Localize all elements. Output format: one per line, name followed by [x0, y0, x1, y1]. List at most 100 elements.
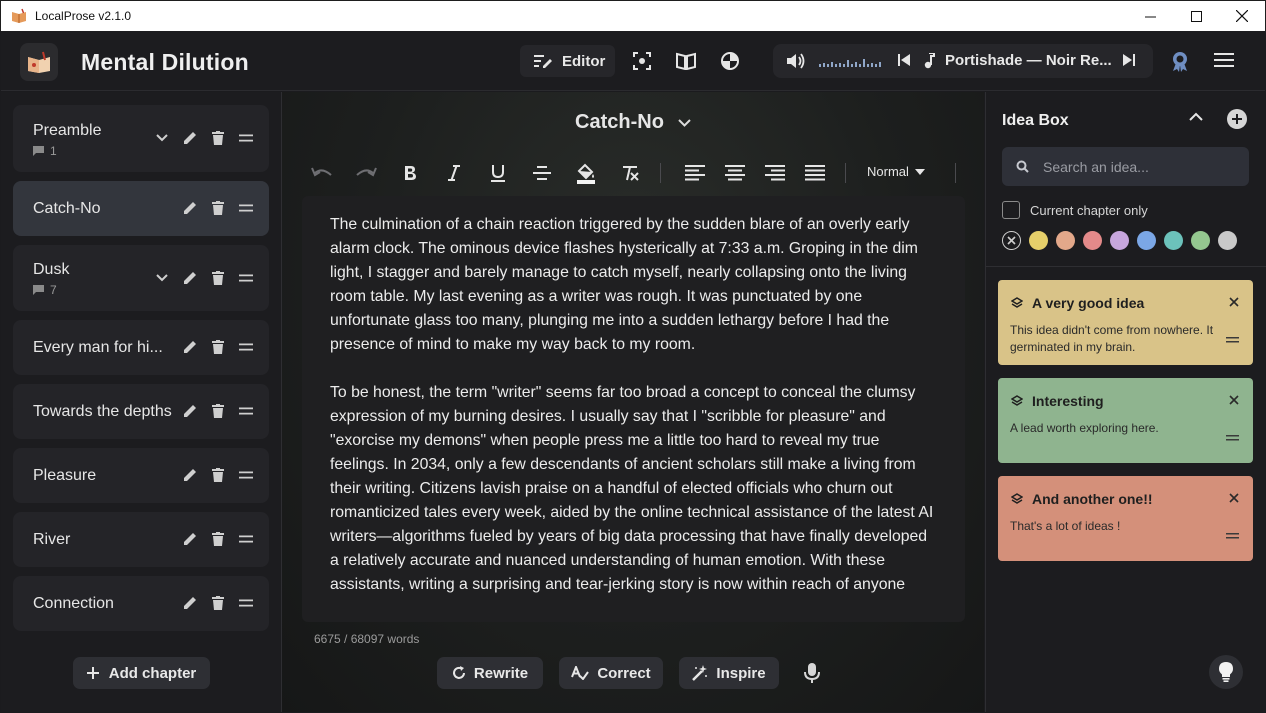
- drag-handle-icon[interactable]: [239, 201, 253, 215]
- stats-button[interactable]: [719, 50, 741, 72]
- align-justify-button[interactable]: [803, 162, 827, 184]
- minimize-button[interactable]: [1127, 1, 1173, 31]
- edit-pencil-icon[interactable]: [183, 340, 197, 354]
- expand-chevron-icon[interactable]: [155, 131, 169, 145]
- chapter-item-preamble[interactable]: Preamble 1: [13, 105, 269, 172]
- text-editor[interactable]: The culmination of a chain reaction trig…: [302, 196, 965, 622]
- edit-pencil-icon[interactable]: [183, 532, 197, 546]
- delete-trash-icon[interactable]: [211, 596, 225, 610]
- close-icon[interactable]: [1229, 395, 1239, 405]
- align-center-button[interactable]: [723, 162, 747, 184]
- color-swatch-green[interactable]: [1191, 231, 1210, 250]
- award-badge-icon[interactable]: [1169, 50, 1191, 72]
- color-swatch-gray[interactable]: [1218, 231, 1237, 250]
- layers-icon: [1011, 297, 1023, 308]
- chapter-item-dusk[interactable]: Dusk 7: [13, 245, 269, 311]
- drag-handle-icon[interactable]: [239, 404, 253, 418]
- idea-card[interactable]: Interesting A lead worth exploring here.: [998, 378, 1253, 463]
- previous-track-icon[interactable]: [898, 54, 910, 66]
- edit-pencil-icon[interactable]: [183, 468, 197, 482]
- edit-pencil-icon[interactable]: [183, 131, 197, 145]
- hamburger-menu-icon[interactable]: [1214, 52, 1234, 68]
- clear-format-button[interactable]: [618, 162, 642, 184]
- chapter-item-every-man[interactable]: Every man for hi...: [13, 320, 269, 375]
- chapter-item-pleasure[interactable]: Pleasure: [13, 448, 269, 503]
- strikethrough-button[interactable]: [530, 162, 554, 184]
- delete-trash-icon[interactable]: [211, 532, 225, 546]
- idea-card[interactable]: A very good idea This idea didn't come f…: [998, 280, 1253, 365]
- align-right-button[interactable]: [763, 162, 787, 184]
- chapter-item-river[interactable]: River: [13, 512, 269, 567]
- focus-mode-button[interactable]: [631, 50, 653, 72]
- align-justify-icon: [805, 165, 825, 181]
- delete-trash-icon[interactable]: [211, 468, 225, 482]
- editor-mode-button[interactable]: Editor: [520, 45, 615, 77]
- app-logo[interactable]: [20, 43, 58, 81]
- lightbulb-button[interactable]: [1209, 655, 1243, 689]
- color-swatch-teal[interactable]: [1164, 231, 1183, 250]
- close-icon[interactable]: [1229, 297, 1239, 307]
- edit-pencil-icon[interactable]: [183, 404, 197, 418]
- maximize-button[interactable]: [1173, 1, 1219, 31]
- align-left-button[interactable]: [683, 162, 707, 184]
- chevron-down-icon: [678, 118, 691, 127]
- drag-handle-icon[interactable]: [239, 340, 253, 354]
- clear-color-filter-button[interactable]: [1002, 231, 1021, 250]
- color-swatch-purple[interactable]: [1110, 231, 1129, 250]
- correct-button[interactable]: Correct: [559, 657, 663, 689]
- edit-pencil-icon[interactable]: [183, 271, 197, 285]
- bold-button[interactable]: [398, 162, 422, 184]
- microphone-icon[interactable]: [804, 663, 820, 683]
- delete-trash-icon[interactable]: [211, 131, 225, 145]
- delete-trash-icon[interactable]: [211, 404, 225, 418]
- delete-trash-icon[interactable]: [211, 271, 225, 285]
- toolbar-divider: [955, 163, 956, 183]
- volume-icon[interactable]: [786, 52, 806, 70]
- delete-trash-icon[interactable]: [211, 340, 225, 354]
- edit-pencil-icon[interactable]: [183, 201, 197, 215]
- add-idea-button[interactable]: [1227, 109, 1247, 129]
- read-mode-button[interactable]: [675, 50, 697, 72]
- inspire-button[interactable]: Inspire: [679, 657, 779, 689]
- drag-handle-icon[interactable]: [1226, 337, 1239, 343]
- underline-button[interactable]: [486, 162, 510, 184]
- idea-search-input[interactable]: [1043, 158, 1233, 175]
- current-chapter-checkbox[interactable]: [1002, 201, 1020, 219]
- undo-button[interactable]: [310, 162, 334, 184]
- drag-handle-icon[interactable]: [1226, 533, 1239, 539]
- text-style-select[interactable]: Normal: [867, 164, 925, 179]
- close-window-button[interactable]: [1219, 1, 1265, 31]
- highlight-color-button[interactable]: [574, 162, 598, 184]
- expand-chevron-icon[interactable]: [155, 271, 169, 285]
- drag-handle-icon[interactable]: [239, 131, 253, 145]
- drag-handle-icon[interactable]: [239, 596, 253, 610]
- drag-handle-icon[interactable]: [239, 468, 253, 482]
- chapter-item-towards-the-depths[interactable]: Towards the depths: [13, 384, 269, 439]
- color-swatch-peach[interactable]: [1056, 231, 1075, 250]
- chapter-item-catch-no[interactable]: Catch-No: [13, 181, 269, 236]
- chapter-title-dropdown[interactable]: Catch-No: [282, 111, 984, 134]
- color-swatch-yellow[interactable]: [1029, 231, 1048, 250]
- color-swatch-blue[interactable]: [1137, 231, 1156, 250]
- book-logo-icon: [28, 51, 50, 73]
- color-swatch-red[interactable]: [1083, 231, 1102, 250]
- add-chapter-button[interactable]: Add chapter: [73, 657, 210, 689]
- next-track-icon[interactable]: [1123, 54, 1135, 66]
- edit-pencil-icon[interactable]: [183, 596, 197, 610]
- current-chapter-only-toggle[interactable]: Current chapter only: [1002, 201, 1148, 219]
- close-icon[interactable]: [1229, 493, 1239, 503]
- redo-button[interactable]: [354, 162, 378, 184]
- paragraph: To be honest, the term "writer" seems fa…: [330, 384, 934, 593]
- drag-handle-icon[interactable]: [239, 271, 253, 285]
- idea-body: That's a lot of ideas !: [1010, 519, 1121, 533]
- idea-card[interactable]: And another one!! That's a lot of ideas …: [998, 476, 1253, 561]
- color-filter: [1002, 231, 1237, 250]
- drag-handle-icon[interactable]: [1226, 435, 1239, 441]
- chapter-item-connection[interactable]: Connection: [13, 576, 269, 631]
- delete-trash-icon[interactable]: [211, 201, 225, 215]
- chevron-up-icon[interactable]: [1189, 112, 1203, 121]
- close-icon: [1007, 236, 1016, 245]
- drag-handle-icon[interactable]: [239, 532, 253, 546]
- rewrite-button[interactable]: Rewrite: [437, 657, 543, 689]
- italic-button[interactable]: [442, 162, 466, 184]
